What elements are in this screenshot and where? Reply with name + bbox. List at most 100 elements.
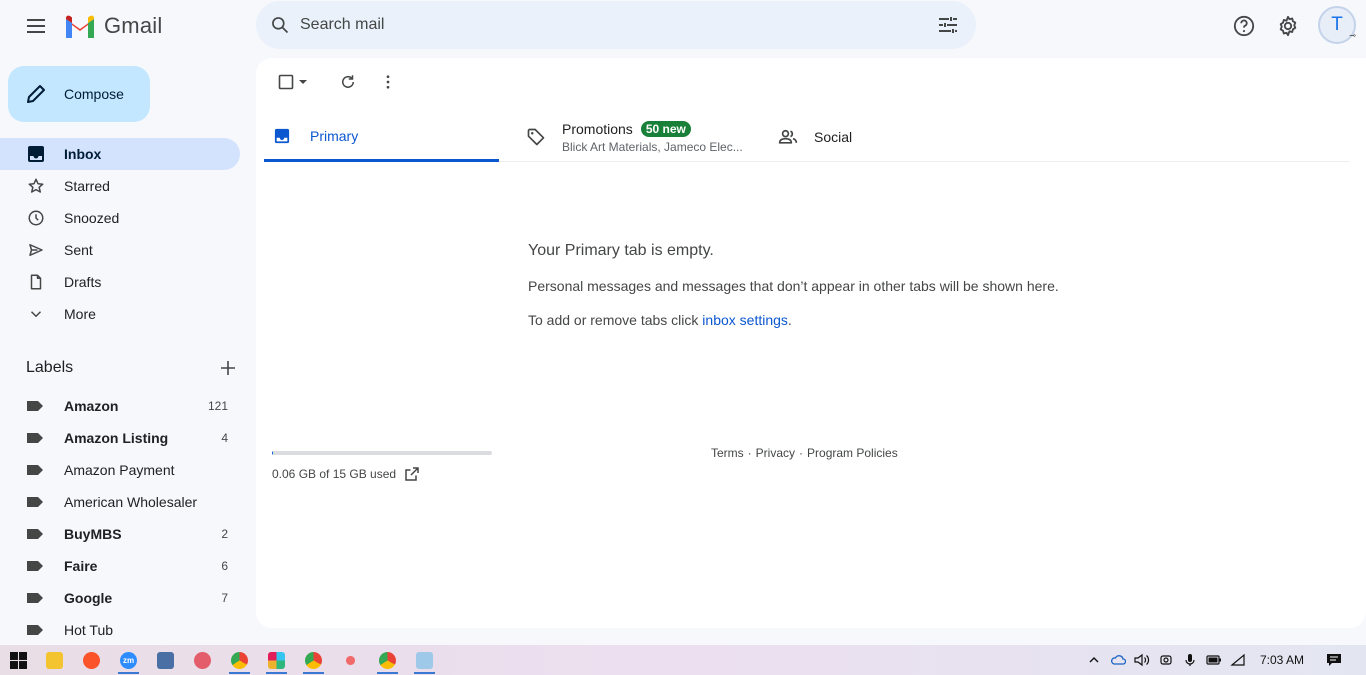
label-name: Google [64,590,113,606]
label-count: 121 [207,399,228,413]
camera-icon[interactable] [1154,645,1178,675]
label-name: Amazon Payment [64,462,175,478]
tab-label: Primary [310,127,359,144]
wifi-icon[interactable] [1226,645,1250,675]
send-icon [26,240,46,260]
taskbar-file-explorer[interactable] [36,645,73,675]
hint-prefix: To add or remove tabs click [528,312,703,328]
onedrive-icon[interactable] [1106,645,1130,675]
gear-icon [1279,15,1297,37]
open-external-icon[interactable] [404,466,420,482]
draft-icon [26,272,46,292]
terms-link[interactable]: Terms [711,446,744,460]
add-label-button[interactable] [216,356,240,380]
hint-suffix: . [787,312,792,328]
key-icon: ⊸ [1349,31,1356,40]
search-options-icon[interactable] [936,13,960,37]
empty-state: Your Primary tab is empty. Personal mess… [528,242,1059,328]
sidebar-item-drafts[interactable]: Drafts [0,266,240,298]
search-icon[interactable] [268,13,292,37]
label-tag-icon [26,428,46,448]
taskbar-asana[interactable] [332,645,369,675]
app-name: Gmail [104,13,163,38]
snipping-tool-icon [194,651,211,669]
label-tag-icon [26,396,46,416]
label-name: Amazon [64,398,119,414]
sidebar-item-label: Snoozed [64,210,120,226]
sidebar-item-label: Inbox [64,146,102,162]
inbox-icon [272,126,292,146]
program-policies-link[interactable]: Program Policies [807,446,898,460]
refresh-icon [342,75,354,88]
people-icon [778,127,798,147]
sidebar-nav: Inbox Starred Snoozed Sent Drafts More [0,138,256,330]
main-menu-button[interactable] [16,6,56,46]
taskbar-chrome-1[interactable] [221,645,258,675]
tab-promotions[interactable]: Promotions 50 new Blick Art Materials, J… [526,112,766,162]
privacy-link[interactable]: Privacy [756,446,795,460]
mail-toolbar [272,70,402,94]
notifications-icon[interactable] [1322,645,1346,675]
help-icon [1233,15,1255,37]
show-hidden-icons-button[interactable] [1082,645,1106,675]
footer-separator: · [747,446,752,460]
gmail-logo[interactable]: Gmail [64,13,162,39]
label-tag-icon [26,492,46,512]
taskbar-snipping-tool[interactable] [184,645,221,675]
taskbar-calculator[interactable] [147,645,184,675]
search-bar[interactable] [256,1,976,49]
label-item-buymbs[interactable]: BuyMBS 2 [0,518,240,550]
label-item-amazon-listing[interactable]: Amazon Listing 4 [0,422,240,454]
taskbar-chrome-3[interactable] [369,645,406,675]
taskbar-chrome-2[interactable] [295,645,332,675]
empty-state-title: Your Primary tab is empty. [528,242,714,259]
taskbar-brave[interactable] [73,645,110,675]
sidebar-item-sent[interactable]: Sent [0,234,240,266]
sidebar-item-starred[interactable]: Starred [0,170,240,202]
tab-social[interactable]: Social [778,112,1018,162]
more-vert-icon [386,75,390,89]
sidebar-item-more[interactable]: More [0,298,240,330]
label-item-amazon[interactable]: Amazon 121 [0,390,240,422]
microphone-icon[interactable] [1178,645,1202,675]
more-options-button[interactable] [374,68,402,96]
sidebar-item-snoozed[interactable]: Snoozed [0,202,240,234]
label-item-american-wholesaler[interactable]: American Wholesaler [0,486,240,518]
windows-start-button[interactable] [0,645,36,675]
inbox-settings-link[interactable]: inbox settings [702,312,788,328]
battery-icon[interactable] [1202,645,1226,675]
calculator-icon [157,651,174,669]
volume-icon[interactable] [1130,645,1154,675]
taskbar-notepad[interactable] [406,645,443,675]
label-item-faire[interactable]: Faire 6 [0,550,240,582]
clock-icon [26,208,46,228]
pencil-icon [27,85,45,103]
label-item-amazon-payment[interactable]: Amazon Payment [0,454,240,486]
taskbar-zoom[interactable]: zm [110,645,147,675]
taskbar-clock[interactable]: 7:03 AM [1260,653,1304,667]
tab-primary[interactable]: Primary [264,112,499,162]
select-dropdown[interactable] [296,68,310,96]
chevron-up-icon [1089,657,1099,663]
label-item-hot-tub[interactable]: Hot Tub [0,614,240,646]
label-name: Faire [64,558,98,574]
checkbox-icon [278,74,294,90]
search-input[interactable] [300,16,900,34]
sidebar-item-label: Sent [64,242,93,258]
help-button[interactable] [1224,6,1264,46]
taskbar-slack[interactable] [258,645,295,675]
sidebar-item-label: More [64,306,96,322]
compose-button[interactable]: Compose [8,66,150,122]
inbox-icon [26,144,46,164]
label-item-google[interactable]: Google 7 [0,582,240,614]
plus-icon [221,361,235,375]
label-list: Amazon 121 Amazon Listing 4 Amazon Payme… [0,390,256,646]
chrome-icon [305,651,322,669]
sidebar-item-inbox[interactable]: Inbox [0,138,240,170]
label-name: Hot Tub [64,622,114,638]
refresh-button[interactable] [334,68,362,96]
storage-text: 0.06 GB of 15 GB used [272,467,397,481]
compose-label: Compose [64,86,124,102]
account-avatar[interactable]: T ⊸ [1318,6,1356,44]
settings-button[interactable] [1268,6,1308,46]
